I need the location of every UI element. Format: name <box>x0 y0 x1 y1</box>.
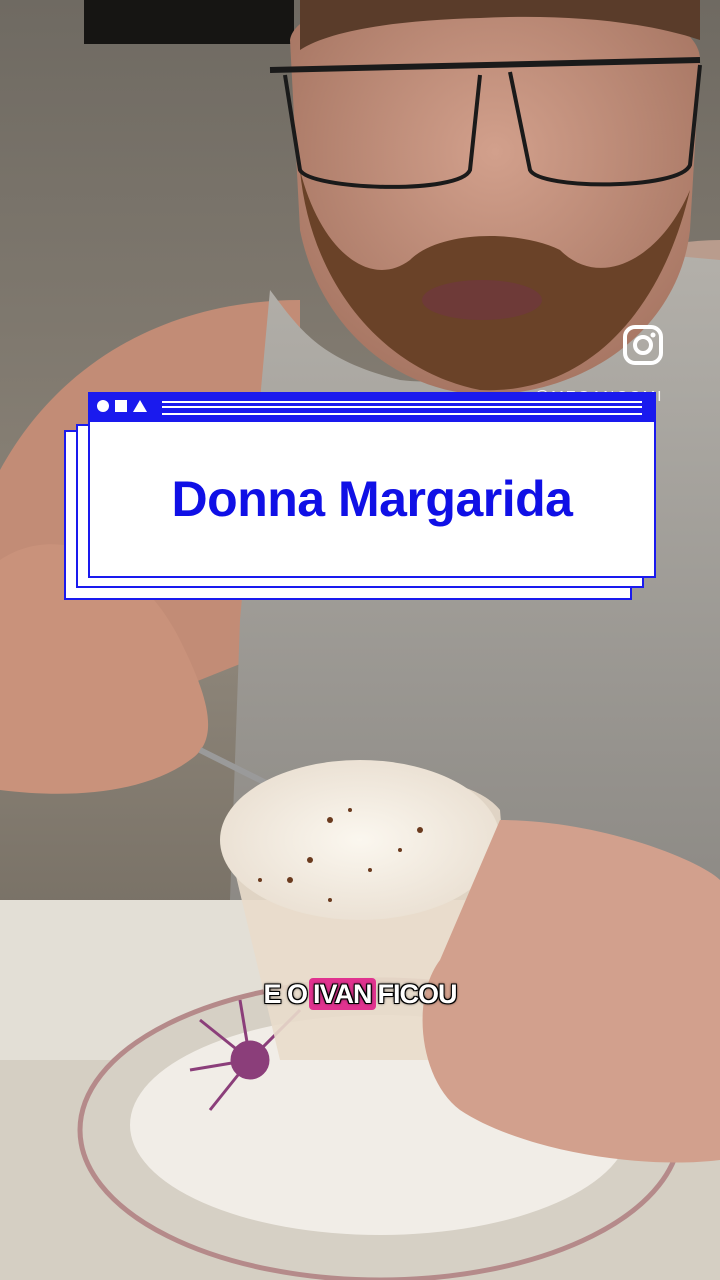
window-bar-lines <box>162 401 642 415</box>
whipped-cream <box>220 760 500 920</box>
mouth <box>422 280 542 320</box>
wall-picture-frame <box>84 0 294 44</box>
title-card-front: Donna Margarida <box>88 420 656 578</box>
instagram-icon[interactable] <box>622 324 664 366</box>
title-card: Donna Margarida <box>64 392 656 602</box>
caption-text-before: E O <box>263 979 308 1009</box>
title-card-window-bar <box>88 392 656 420</box>
video-title: Donna Margarida <box>171 471 573 527</box>
caption-highlight-word: IVAN <box>309 978 376 1010</box>
subtitle-caption: E O IVAN FICOU <box>0 978 720 1010</box>
window-controls-icon <box>97 400 147 412</box>
caption-text-after: FICOU <box>377 979 458 1009</box>
video-frame <box>0 0 720 1280</box>
